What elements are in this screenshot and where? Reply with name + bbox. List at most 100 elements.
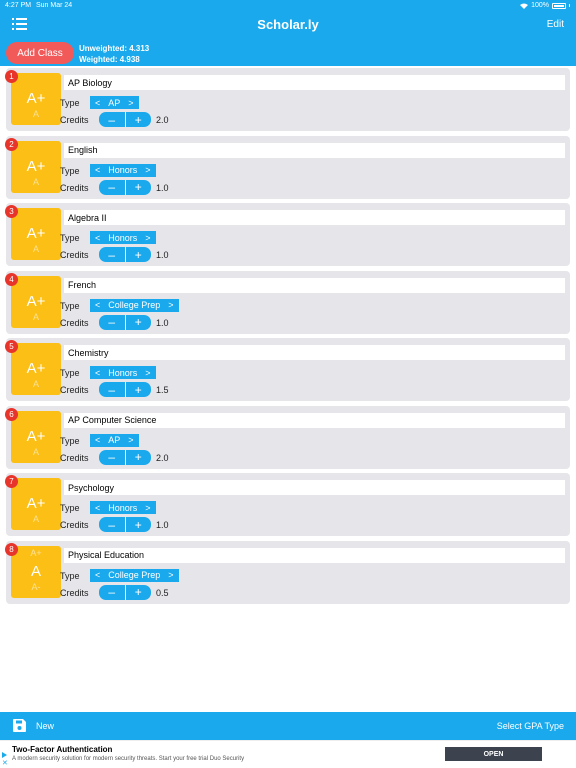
class-card: A+ A 1 Type < AP > Credits – + 2.0 <box>5 68 570 131</box>
class-card: A+ A 7 Type < Honors > Credits – + 1.0 <box>5 473 570 536</box>
credits-stepper: – + <box>99 584 152 600</box>
close-icon[interactable]: ✕ <box>2 759 8 767</box>
type-next-icon: > <box>145 502 151 513</box>
credits-value: 1.5 <box>156 385 169 395</box>
select-gpa-type-button[interactable]: Select GPA Type <box>497 721 564 731</box>
type-prev-icon: < <box>95 97 101 108</box>
plus-icon[interactable]: + <box>126 112 152 127</box>
grade-next: A <box>32 446 39 457</box>
credits-value: 1.0 <box>156 250 169 260</box>
type-next-icon: > <box>128 435 134 445</box>
type-next-icon: > <box>128 97 134 108</box>
edit-button[interactable]: Edit <box>547 19 564 30</box>
grade-picker[interactable]: A+ A <box>11 478 61 530</box>
status-time: 4:27 PM <box>5 2 32 9</box>
type-next-icon: > <box>145 165 151 175</box>
ad-banner[interactable]: ✕ Two-Factor Authentication A modern sec… <box>0 740 576 768</box>
ad-choices-icon[interactable] <box>2 752 7 758</box>
type-selector[interactable]: < College Prep > <box>90 568 179 582</box>
grade-picker[interactable]: A+ A A- <box>11 545 61 598</box>
credits-value: 2.0 <box>156 115 169 125</box>
credits-label: Credits <box>60 520 89 530</box>
class-name-input[interactable] <box>64 75 565 90</box>
grade-value: A+ <box>26 225 46 242</box>
credits-value: 2.0 <box>156 452 169 463</box>
grade-picker[interactable]: A+ A <box>11 410 61 463</box>
grade-picker[interactable]: A+ A <box>11 208 61 260</box>
credits-stepper: – + <box>99 179 152 195</box>
grade-value: A <box>30 562 41 580</box>
weighted-gpa: Weighted: 4.938 <box>79 55 140 64</box>
class-number-badge: 7 <box>5 475 18 488</box>
class-name-input[interactable] <box>64 277 565 293</box>
credits-value: 0.5 <box>156 587 169 598</box>
minus-icon[interactable]: – <box>99 450 125 465</box>
status-right: 100% <box>520 2 570 9</box>
credits-stepper: – + <box>99 247 151 262</box>
grade-picker[interactable]: A+ A <box>11 275 61 328</box>
grade-picker[interactable]: A+ A <box>11 343 61 395</box>
add-class-button[interactable]: Add Class <box>6 42 74 64</box>
type-label: Type <box>60 98 80 108</box>
credits-stepper: – + <box>99 382 151 397</box>
type-value: Honors <box>108 502 138 513</box>
class-number-badge: 6 <box>5 407 18 421</box>
class-name-input[interactable] <box>64 547 565 563</box>
new-button[interactable]: New <box>36 721 54 731</box>
type-selector[interactable]: < College Prep > <box>90 298 179 312</box>
credits-label: Credits <box>60 182 89 193</box>
type-value: Honors <box>108 165 138 175</box>
class-number-badge: 2 <box>5 137 18 151</box>
class-name-input[interactable] <box>64 345 565 360</box>
type-selector[interactable]: < Honors > <box>90 366 156 379</box>
type-value: College Prep <box>108 300 161 310</box>
class-name-input[interactable] <box>64 210 565 225</box>
type-label: Type <box>60 233 80 243</box>
grade-prev: A+ <box>30 547 42 558</box>
type-next-icon: > <box>168 570 174 580</box>
type-selector[interactable]: < Honors > <box>90 231 156 244</box>
type-prev-icon: < <box>95 165 101 175</box>
minus-icon[interactable]: – <box>99 180 125 195</box>
type-label: Type <box>60 503 80 513</box>
type-label: Type <box>60 165 80 176</box>
class-name-input[interactable] <box>64 480 565 495</box>
minus-icon[interactable]: – <box>99 247 125 262</box>
ad-open-button[interactable]: OPEN <box>445 747 542 761</box>
credits-stepper: – + <box>99 517 151 532</box>
plus-icon[interactable]: + <box>126 450 152 465</box>
plus-icon[interactable]: + <box>126 585 152 600</box>
grade-picker[interactable]: A+ A <box>11 140 61 193</box>
credits-value: 1.0 <box>156 520 169 530</box>
type-selector[interactable]: < AP > <box>90 433 139 447</box>
type-value: AP <box>108 435 121 445</box>
class-card: A+ A 6 Type < AP > Credits – + 2.0 <box>5 405 570 469</box>
credits-stepper: – + <box>99 314 152 330</box>
type-selector[interactable]: < Honors > <box>90 501 156 514</box>
grade-picker[interactable]: A+ A <box>11 73 61 125</box>
credits-label: Credits <box>60 250 89 260</box>
class-number-badge: 3 <box>5 205 18 218</box>
plus-icon[interactable]: + <box>126 382 152 397</box>
minus-icon[interactable]: – <box>99 382 125 397</box>
type-next-icon: > <box>145 367 151 378</box>
minus-icon[interactable]: – <box>99 315 125 330</box>
type-selector[interactable]: < Honors > <box>90 163 156 177</box>
credits-label: Credits <box>60 587 89 598</box>
class-name-input[interactable] <box>64 412 565 428</box>
credits-label: Credits <box>60 385 89 395</box>
battery-tip <box>569 4 570 7</box>
minus-icon[interactable]: – <box>99 517 125 532</box>
plus-icon[interactable]: + <box>126 315 152 330</box>
minus-icon[interactable]: – <box>99 585 125 600</box>
grade-value: A+ <box>26 157 46 175</box>
save-icon[interactable] <box>13 719 26 732</box>
minus-icon[interactable]: – <box>99 112 125 127</box>
class-card: A+ A 2 Type < Honors > Credits – + 1.0 <box>5 135 570 199</box>
plus-icon[interactable]: + <box>126 180 152 195</box>
plus-icon[interactable]: + <box>126 247 152 262</box>
grade-next: A <box>32 311 39 322</box>
plus-icon[interactable]: + <box>126 517 152 532</box>
type-selector[interactable]: < AP > <box>90 96 139 109</box>
class-name-input[interactable] <box>64 142 565 158</box>
